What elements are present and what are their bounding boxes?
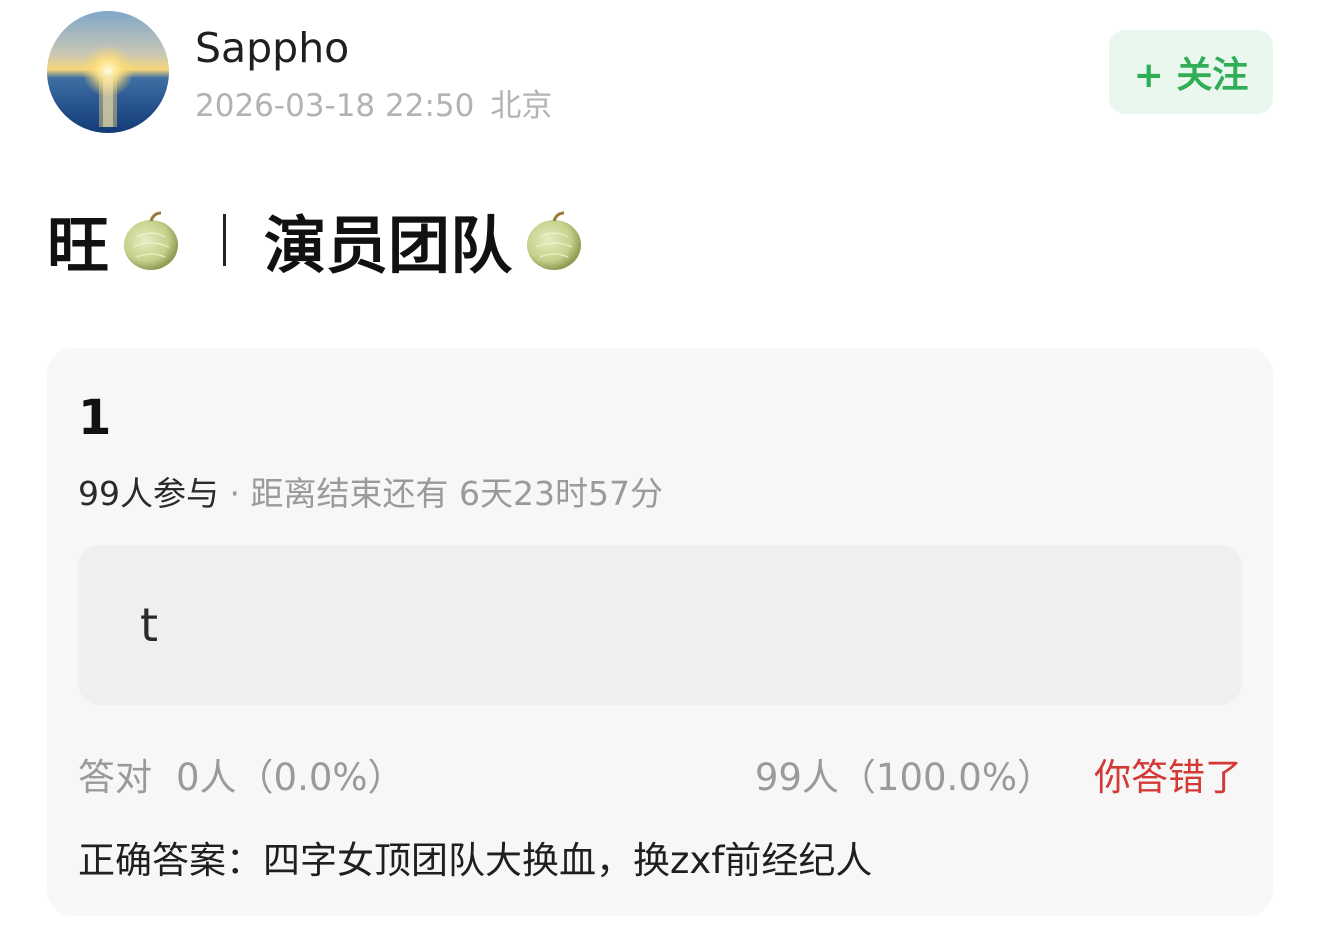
title-part-2: 演员团队 (264, 209, 513, 282)
post-date: 2026-03-18 22:50 (195, 88, 475, 124)
option-text: t (140, 598, 159, 652)
melon-icon (527, 211, 582, 270)
wrong-stats: 99人（100.0%） 你答错了 (755, 754, 1242, 802)
quiz-option[interactable]: t (78, 545, 1242, 705)
title-divider (223, 214, 227, 266)
username[interactable]: Sappho (195, 24, 349, 72)
post-location: 北京 (490, 88, 553, 124)
quiz-card: 1 99人参与 · 距离结束还有 6天23时57分 t 答对 0人（0.0%） 9… (47, 348, 1273, 916)
participant-count: 99人参与 (78, 474, 219, 513)
quiz-stats: 99人参与 · 距离结束还有 6天23时57分 (78, 472, 663, 516)
title-part-1: 旺 (47, 209, 110, 282)
post-meta: 2026-03-18 22:50 北京 (195, 86, 552, 126)
wrong-count: 99人（100.0%） (754, 756, 1054, 799)
time-remaining: 距离结束还有 6天23时57分 (250, 474, 663, 513)
correct-count: 0人（0.0%） (176, 756, 405, 799)
melon-icon (124, 211, 179, 270)
post-page: Sappho 2026-03-18 22:50 北京 + 关注 旺 演员团队 1… (0, 0, 1320, 941)
avatar[interactable] (47, 11, 169, 133)
post-title: 旺 演员团队 (47, 200, 586, 282)
correct-answer: 正确答案：四字女顶团队大换血，换zxf前经纪人 (78, 839, 873, 882)
stats-separator: · (219, 474, 251, 513)
result-row: 答对 0人（0.0%） 99人（100.0%） 你答错了 (78, 754, 1242, 802)
wrong-answer-label: 你答错了 (1094, 756, 1242, 799)
correct-label: 答对 (78, 756, 152, 799)
follow-button[interactable]: + 关注 (1109, 30, 1273, 114)
correct-stats: 答对 0人（0.0%） (78, 754, 405, 802)
sunset-avatar-image (47, 11, 169, 133)
question-number: 1 (78, 390, 112, 446)
